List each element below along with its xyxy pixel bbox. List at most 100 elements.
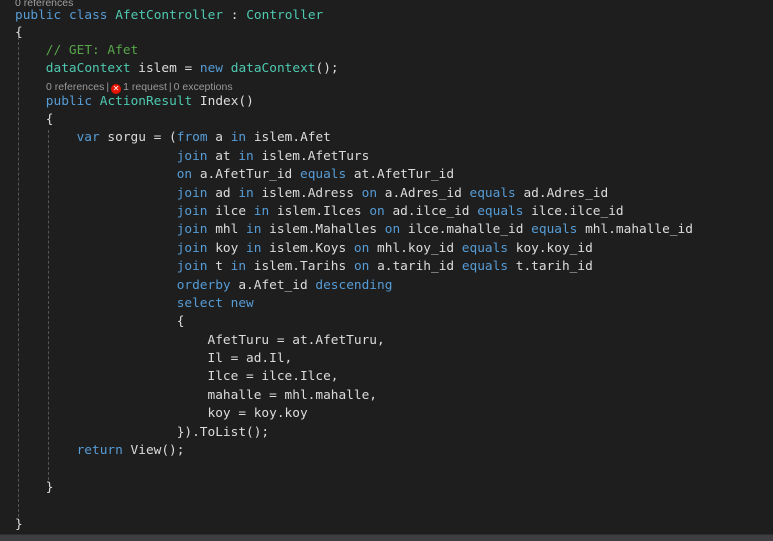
keyword-token: on: [176, 167, 193, 182]
code-token: koy = koy.koy: [207, 406, 308, 421]
code-token: View();: [122, 443, 185, 458]
codelens-requests[interactable]: 1 request: [123, 81, 167, 93]
code-line[interactable]: dataContext islem = new dataContext();: [46, 60, 339, 78]
code-line[interactable]: return View();: [77, 442, 185, 460]
comment-token: // GET: Afet: [45, 43, 139, 58]
keyword-token: on: [384, 222, 401, 237]
codelens-references[interactable]: 0 references: [46, 81, 104, 93]
keyword-token: public: [15, 8, 62, 23]
code-token: a.Afet_id: [230, 278, 316, 293]
keyword-token: new: [230, 296, 254, 311]
code-line[interactable]: Ilce = ilce.Ilce,: [208, 368, 339, 386]
code-token: a.tarih_id: [369, 259, 462, 274]
codelens-exceptions[interactable]: 0 exceptions: [174, 81, 233, 93]
code-token: }: [15, 517, 23, 532]
keyword-token: equals: [299, 167, 347, 182]
code-token: mhl: [207, 222, 247, 237]
code-token: sorgu = (: [99, 130, 177, 145]
code-token: islem =: [130, 61, 200, 76]
code-token: islem.Afet: [246, 130, 331, 145]
code-token: ilce.mahalle_id: [400, 222, 532, 237]
keyword-token: public: [45, 94, 93, 109]
code-token: mhl.mahalle_id: [577, 222, 693, 237]
keyword-token: equals: [461, 259, 509, 274]
error-icon: ✕: [111, 84, 122, 94]
code-line[interactable]: AfetTuru = at.AfetTuru,: [208, 332, 385, 350]
code-line[interactable]: }: [46, 479, 54, 497]
code-token: at.AfetTur_id: [346, 167, 455, 182]
keyword-token: equals: [531, 222, 578, 237]
code-token: {: [45, 112, 54, 127]
code-token: :: [223, 8, 247, 23]
code-line[interactable]: join ad in islem.Adress on a.Adres_id eq…: [177, 185, 609, 203]
keyword-token: in: [246, 241, 262, 256]
code-token: ad.Adres_id: [515, 186, 609, 201]
code-token: a.AfetTur_id: [192, 167, 300, 182]
keyword-token: class: [68, 8, 108, 23]
codelens-method: 0 references | ✕ 1 request | 0 exceptions: [46, 81, 233, 94]
keyword-token: join: [176, 204, 208, 219]
code-token: koy: [207, 241, 247, 256]
code-token: AfetTuru = at.AfetTuru,: [207, 333, 385, 348]
code-token: ilce: [207, 204, 254, 219]
code-line[interactable]: select new: [177, 295, 254, 313]
keyword-token: join: [176, 186, 208, 201]
code-token: Il = ad.Il,: [207, 351, 293, 366]
code-line[interactable]: }).ToList();: [177, 424, 269, 442]
code-token: islem.Koys: [261, 241, 354, 256]
code-line[interactable]: on a.AfetTur_id equals at.AfetTur_id: [177, 166, 454, 184]
keyword-token: in: [230, 259, 247, 274]
codelens-class-references[interactable]: 0 references: [15, 0, 73, 9]
code-line[interactable]: {: [177, 313, 185, 331]
code-token: t: [207, 259, 231, 274]
code-line[interactable]: }: [15, 516, 23, 534]
code-line[interactable]: join ilce in islem.Ilces on ad.ilce_id e…: [177, 203, 624, 221]
code-line[interactable]: var sorgu = (from a in islem.Afet: [77, 129, 331, 147]
code-line[interactable]: join koy in islem.Koys on mhl.koy_id equ…: [177, 240, 593, 258]
type-token: ActionResult: [99, 94, 193, 109]
code-token: ad: [207, 186, 239, 201]
code-line[interactable]: public class AfetController : Controller: [15, 7, 323, 25]
code-token: Ilce = ilce.Ilce,: [207, 369, 339, 384]
code-line[interactable]: join at in islem.AfetTurs: [177, 148, 370, 166]
code-token: islem.Mahalles: [261, 222, 385, 237]
code-token: islem.Tarihs: [246, 259, 354, 274]
keyword-token: on: [353, 259, 370, 274]
keyword-token: join: [176, 222, 208, 237]
code-token: ad.ilce_id: [384, 204, 478, 219]
code-line[interactable]: {: [46, 111, 54, 129]
keyword-token: in: [253, 204, 270, 219]
keyword-token: select: [176, 296, 223, 311]
code-line[interactable]: join t in islem.Tarihs on a.tarih_id equ…: [177, 258, 593, 276]
keyword-token: var: [76, 130, 100, 145]
code-line[interactable]: {: [15, 24, 23, 42]
code-token: {: [15, 25, 23, 40]
code-token: }: [45, 480, 54, 495]
keyword-token: on: [353, 241, 370, 256]
keyword-token: orderby: [176, 278, 231, 293]
code-line[interactable]: orderby a.Afet_id descending: [177, 277, 393, 295]
code-line[interactable]: Il = ad.Il,: [208, 350, 293, 368]
code-line[interactable]: join mhl in islem.Mahalles on ilce.mahal…: [177, 221, 693, 239]
type-token: AfetController: [115, 8, 224, 23]
code-token: ();: [315, 61, 339, 76]
code-token: koy.koy_id: [508, 241, 593, 256]
code-token: a: [207, 130, 231, 145]
code-line[interactable]: public ActionResult Index(): [46, 93, 254, 111]
keyword-token: on: [369, 204, 385, 219]
code-line[interactable]: koy = koy.koy: [208, 405, 308, 423]
code-token: {: [176, 314, 185, 329]
keyword-token: return: [76, 443, 123, 458]
code-token: }).ToList();: [176, 425, 270, 440]
keyword-token: equals: [477, 204, 524, 219]
keyword-token: in: [230, 130, 247, 145]
code-line[interactable]: mahalle = mhl.mahalle,: [208, 387, 378, 405]
keyword-token: in: [246, 222, 262, 237]
code-line[interactable]: // GET: Afet: [46, 42, 138, 60]
keyword-token: equals: [461, 241, 509, 256]
keyword-token: join: [176, 259, 208, 274]
keyword-token: equals: [469, 186, 516, 201]
